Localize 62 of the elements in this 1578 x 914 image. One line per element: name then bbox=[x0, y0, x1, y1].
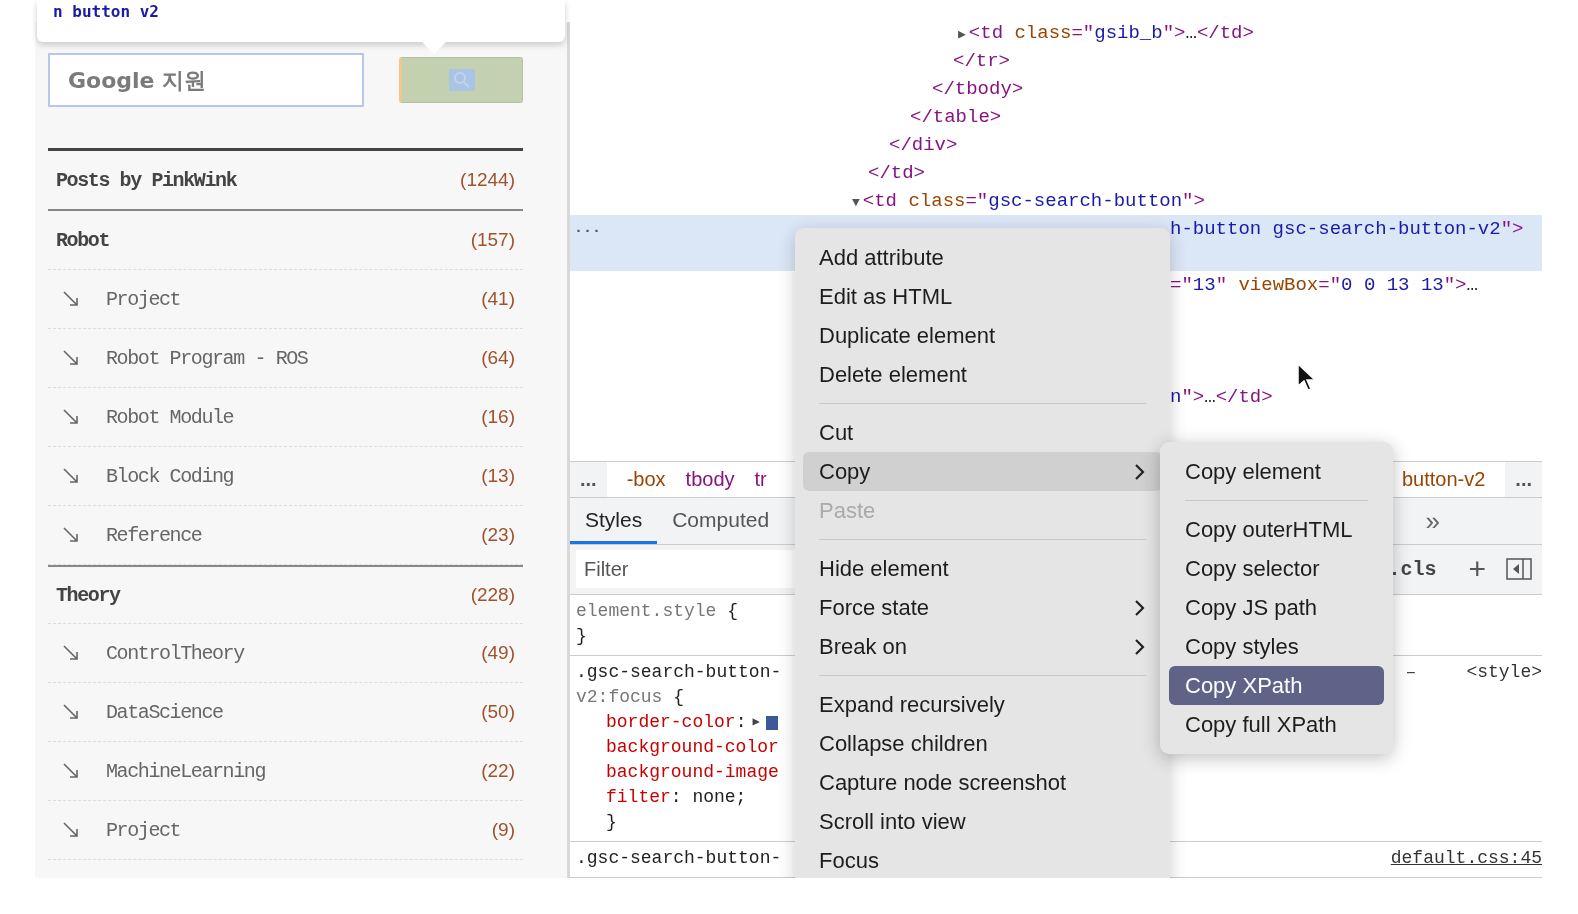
css-text: : none; bbox=[670, 786, 747, 809]
css-text: { bbox=[673, 686, 685, 709]
expand-triangle-icon: ▼ bbox=[852, 195, 860, 210]
css-property: background-image bbox=[606, 761, 779, 784]
tag-text: "> bbox=[1500, 218, 1524, 240]
attribute-value: h-button gsc-search-button-v2 bbox=[1170, 218, 1501, 240]
tag-text: =" bbox=[965, 190, 989, 212]
post-count: (23) bbox=[481, 524, 515, 546]
css-text: } bbox=[576, 625, 587, 648]
post-count: (50) bbox=[481, 701, 515, 723]
css-property: background-color bbox=[606, 736, 779, 759]
ellipsis-text: … bbox=[1185, 22, 1197, 44]
post-count: (9) bbox=[491, 819, 515, 841]
tooltip-text: n button v2 bbox=[53, 4, 159, 20]
css-selector: .gsc-search-button- bbox=[576, 847, 782, 870]
attribute-value: gsib_b bbox=[1094, 22, 1163, 44]
tag-text: </td> bbox=[1196, 22, 1254, 44]
attribute-value: 0 0 13 13 bbox=[1341, 274, 1444, 296]
post-count: (13) bbox=[481, 465, 515, 487]
attribute-value: gsc-search-button bbox=[988, 190, 1183, 212]
post-count: (64) bbox=[481, 347, 515, 369]
post-count: (49) bbox=[481, 642, 515, 664]
css-property: border-color bbox=[606, 711, 736, 734]
tag-text: </td> bbox=[1215, 386, 1273, 408]
tag-text: </table> bbox=[910, 106, 1002, 128]
tag-text: </tr> bbox=[953, 50, 1010, 72]
tag-text: =" bbox=[1071, 22, 1095, 44]
attribute-name: viewBox bbox=[1238, 274, 1319, 296]
post-count: (228) bbox=[470, 584, 515, 606]
expand-triangle-icon: ▶ bbox=[752, 710, 760, 735]
tag-text: " bbox=[1215, 274, 1229, 296]
tag-text: <td bbox=[862, 190, 899, 212]
css-selector: element.style bbox=[576, 600, 718, 623]
tag-text: =" bbox=[1170, 274, 1193, 296]
post-count: (16) bbox=[481, 406, 515, 428]
attribute-value: n bbox=[1170, 386, 1182, 408]
post-count: (22) bbox=[481, 760, 515, 782]
expand-triangle-icon: ▶ bbox=[958, 27, 966, 42]
tag-text: "> bbox=[1182, 190, 1205, 212]
tag-text: </tbody> bbox=[932, 78, 1024, 100]
post-count: (157) bbox=[470, 229, 515, 251]
css-text: : bbox=[735, 711, 747, 734]
tag-text: <td bbox=[968, 22, 1005, 44]
css-text: { bbox=[727, 600, 739, 623]
dash-text: – bbox=[1405, 661, 1417, 684]
tag-text: "> bbox=[1443, 274, 1467, 296]
tag-text: =" bbox=[1318, 274, 1342, 296]
css-selector: .gsc-search-button- bbox=[576, 661, 782, 684]
tag-text: </td> bbox=[868, 162, 925, 184]
attribute-name: class bbox=[1014, 22, 1072, 44]
tag-text: "> bbox=[1162, 22, 1186, 44]
css-property: filter bbox=[606, 786, 671, 809]
tag-text: "> bbox=[1181, 386, 1205, 408]
ellipsis-text: … bbox=[1466, 274, 1478, 296]
attribute-name: class bbox=[908, 190, 966, 212]
attribute-value: 13 bbox=[1192, 274, 1216, 296]
css-text: } bbox=[606, 811, 617, 834]
post-count: (41) bbox=[481, 288, 515, 310]
ellipsis-text: … bbox=[1204, 386, 1216, 408]
post-count: (1244) bbox=[460, 169, 515, 191]
tag-text: </div> bbox=[889, 134, 958, 156]
css-selector: v2:focus bbox=[576, 686, 664, 709]
